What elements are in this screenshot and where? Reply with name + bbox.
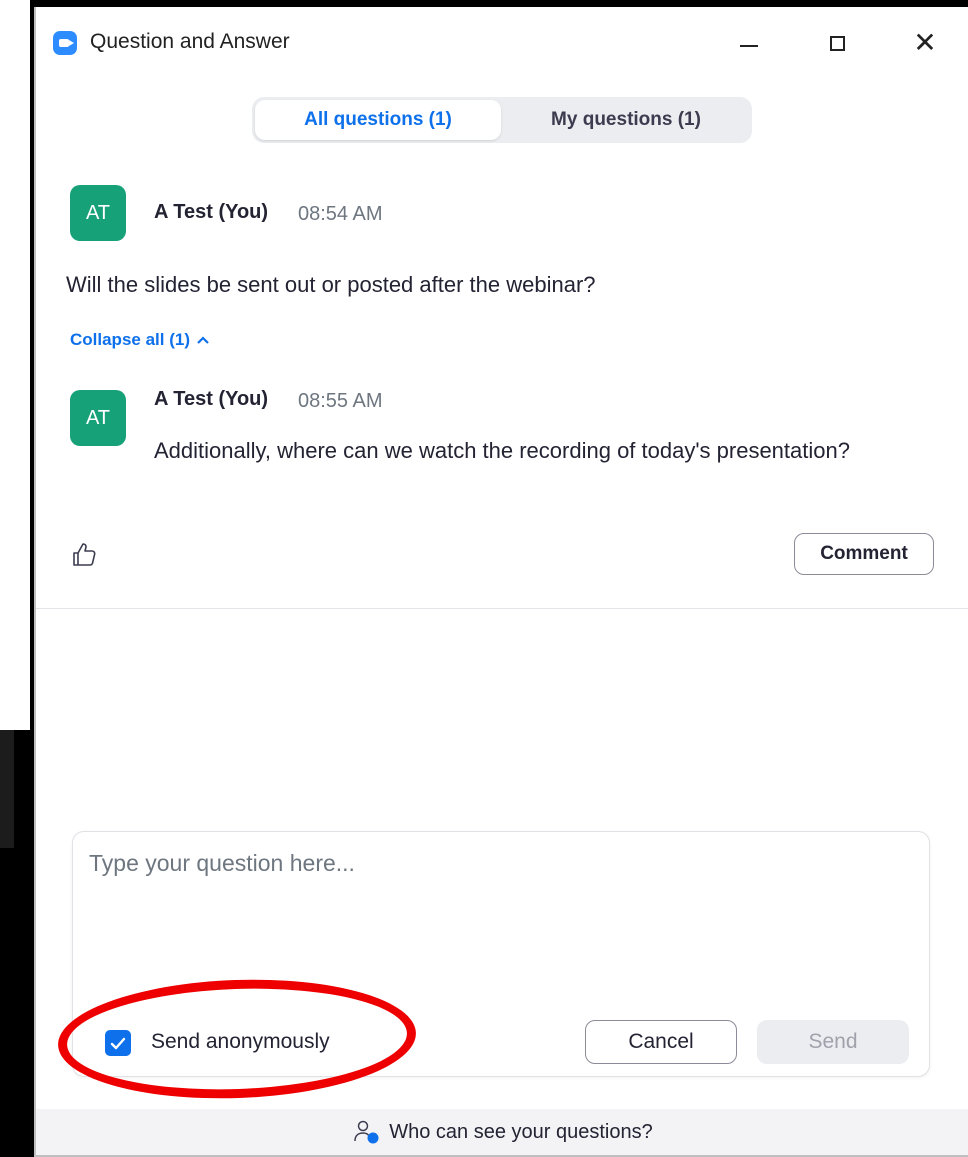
collapse-all-label: Collapse all (1) (70, 330, 190, 349)
question-author: A Test (You) (154, 201, 269, 223)
question-input[interactable]: Type your question here... (89, 850, 355, 877)
close-button[interactable]: ✕ (902, 21, 948, 65)
people-info-icon (354, 1120, 379, 1144)
avatar: AT (70, 185, 126, 241)
reply-author: A Test (You) (154, 388, 269, 410)
question-tabs: All questions (1) My questions (1) (252, 97, 752, 143)
collapse-all-link[interactable]: Collapse all (1) (70, 330, 209, 350)
minimize-button[interactable] (726, 21, 772, 65)
close-icon: ✕ (913, 27, 937, 58)
zoom-app-icon (53, 31, 77, 55)
question-time: 08:54 AM (298, 203, 383, 225)
thumbs-up-icon[interactable] (70, 540, 98, 568)
minimize-icon (740, 45, 758, 47)
comment-button[interactable]: Comment (794, 533, 934, 575)
tab-all-questions[interactable]: All questions (1) (255, 100, 501, 140)
window-title: Question and Answer (90, 30, 290, 53)
who-can-see-label: Who can see your questions? (389, 1120, 653, 1143)
chevron-up-icon (197, 336, 209, 344)
maximize-button[interactable] (814, 21, 860, 65)
qa-window: Question and Answer ✕ All questions (1) … (34, 7, 968, 1157)
reply-avatar: AT (70, 390, 126, 446)
divider (36, 608, 968, 609)
who-can-see-link[interactable]: Who can see your questions? (36, 1109, 968, 1155)
background-window-edge (0, 0, 30, 730)
background-panel (0, 730, 14, 848)
reply-text: Additionally, where can we watch the rec… (154, 438, 850, 463)
reply-time: 08:55 AM (298, 390, 383, 412)
maximize-icon (829, 35, 845, 51)
tab-my-questions[interactable]: My questions (1) (503, 100, 749, 140)
question-text: Will the slides be sent out or posted af… (66, 272, 596, 297)
cancel-button[interactable]: Cancel (585, 1020, 737, 1064)
title-bar[interactable]: Question and Answer ✕ (36, 7, 968, 79)
send-button[interactable]: Send (757, 1020, 909, 1064)
